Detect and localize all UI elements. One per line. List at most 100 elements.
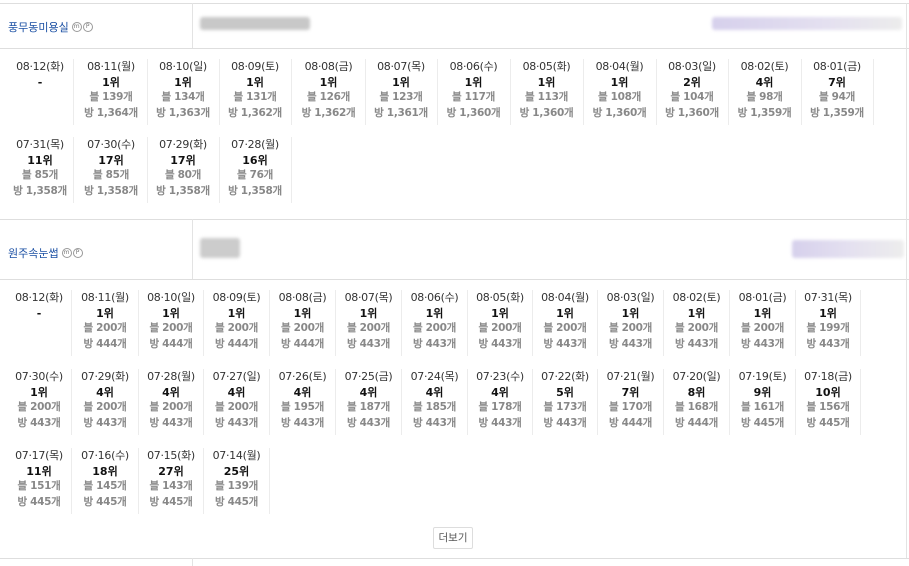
cell-blog-count: 블 200개 (83, 401, 127, 413)
cell-rank: 4위 (755, 75, 774, 89)
cell-visitor-review-count: 방 444개 (83, 337, 127, 350)
cell-visitor-review-count: 방 443개 (17, 416, 61, 429)
cell-date: 08·01(금) (813, 60, 861, 73)
cell-visitor-review-count: 방 443개 (740, 337, 785, 350)
cell-divider (269, 448, 270, 514)
cell-date: 07·16(수) (81, 449, 129, 462)
cell-blog-count: 블 200개 (83, 322, 127, 334)
cell-blog-count: 블 113개 (524, 91, 569, 103)
cell-date: 08·11(월) (81, 291, 129, 304)
rank-cell: 07·21(월) 7위 블 170개 방 444개 (599, 369, 662, 431)
cell-visitor-review-count: 방 445개 (83, 495, 127, 508)
cell-blog-count: 블 195개 (280, 401, 325, 413)
rank-cell: 07·20(일) 8위 블 168개 방 444개 (665, 369, 728, 431)
cell-blog-count: 블 200개 (214, 401, 259, 413)
cell-date: 07·23(수) (476, 370, 524, 383)
cell-date: 08·09(토) (212, 291, 261, 304)
cell-visitor-review-count: 방 443개 (280, 416, 325, 429)
cell-date: 07·14(월) (212, 449, 261, 462)
cell-divider (203, 448, 204, 514)
cell-blog-count: 블 151개 (17, 480, 61, 492)
cell-visitor-review-count: 방 443개 (478, 337, 522, 350)
cell-visitor-review-count: 방 443개 (412, 416, 457, 429)
rank-cell: 08·01(금) 7위 블 94개 방 1,359개 (802, 59, 872, 121)
cell-rank: 1위 (621, 306, 640, 320)
cell-divider (71, 448, 72, 514)
rank-cell: 08·08(금) 1위 블 200개 방 444개 (271, 290, 334, 352)
cell-visitor-review-count: 방 444개 (149, 337, 193, 350)
store-name-link[interactable]: 풍무동미용실 m P (8, 19, 93, 35)
cell-rank: 17위 (98, 153, 124, 167)
cell-divider (138, 290, 139, 356)
cell-date: 08·04(월) (541, 291, 589, 304)
cell-rank: 1위 (293, 306, 312, 320)
cell-visitor-review-count: 방 445개 (740, 416, 785, 429)
cell-rank: 1위 (425, 306, 444, 320)
more-button[interactable]: 더보기 (433, 527, 473, 549)
cell-date: 07·18(금) (804, 370, 852, 383)
cell-rank: 1위 (753, 306, 772, 320)
cell-divider (795, 290, 796, 356)
cell-rank: 7위 (828, 75, 846, 89)
rank-cell: 07·29(화) 17위 블 80개 방 1,358개 (148, 137, 218, 199)
cell-rank: 4위 (359, 385, 378, 399)
rank-cell: 08·11(월) 1위 블 139개 방 1,364개 (76, 59, 146, 121)
rank-cell: 08·01(금) 1위 블 200개 방 443개 (731, 290, 794, 352)
cell-blog-count: 블 94개 (818, 91, 856, 103)
cell-visitor-review-count: 방 445개 (149, 495, 193, 508)
cell-rank: 4위 (293, 385, 312, 399)
cell-date: 08·03(일) (606, 291, 655, 304)
cell-date: 08·03(일) (668, 60, 716, 73)
cell-visitor-review-count: 방 1,358개 (228, 184, 282, 197)
cell-rank: 17위 (170, 153, 196, 167)
store-name-link[interactable]: 원주속눈썹 m P (8, 245, 83, 261)
cell-date: 08·08(금) (278, 291, 327, 304)
cell-blog-count: 블 85개 (92, 169, 130, 181)
cell-date: 08·08(금) (304, 60, 353, 73)
cell-divider (269, 290, 270, 356)
cell-rank: 2위 (683, 75, 701, 89)
cell-rank: 1위 (227, 306, 246, 320)
cell-visitor-review-count: 방 445개 (806, 416, 850, 429)
cell-divider (860, 290, 861, 356)
cell-blog-count: 블 85개 (21, 169, 59, 181)
cell-divider (73, 59, 74, 125)
cell-blog-count: 블 104개 (670, 91, 714, 103)
rank-cell: 08·05(화) 1위 블 113개 방 1,360개 (511, 59, 582, 121)
cell-blog-count: 블 131개 (233, 91, 277, 103)
cell-visitor-review-count: 방 443개 (346, 416, 391, 429)
rank-cell: 08·06(수) 1위 블 117개 방 1,360개 (438, 59, 509, 121)
rank-cell: 08·07(목) 1위 블 123개 방 1,361개 (366, 59, 436, 121)
cell-visitor-review-count: 방 443개 (543, 337, 587, 350)
rank-cell: 07·22(화) 5위 블 173개 방 443개 (534, 369, 596, 431)
redacted-url (792, 240, 904, 258)
cell-divider (71, 369, 72, 435)
cell-blog-count: 블 143개 (149, 480, 193, 492)
cell-visitor-review-count: 방 443개 (214, 416, 259, 429)
rank-cell: 08·02(토) 4위 블 98개 방 1,359개 (729, 59, 800, 121)
cell-rank: 5위 (556, 385, 574, 399)
cell-visitor-review-count: 방 1,361개 (374, 106, 428, 119)
cell-visitor-review-count: 방 1,359개 (737, 106, 792, 119)
cell-blog-count: 블 123개 (379, 91, 423, 103)
badge-group: m P (61, 248, 83, 258)
cell-divider (663, 290, 664, 356)
rank-cell: 07·25(금) 4위 블 187개 방 443개 (337, 369, 400, 431)
cell-date: 07·30(수) (87, 138, 135, 151)
cell-visitor-review-count: 방 1,358개 (156, 184, 210, 197)
divider (0, 219, 909, 220)
cell-date: 08·12(화) (16, 60, 64, 73)
cell-visitor-review-count: 방 443개 (149, 416, 193, 429)
rank-cell: 07·23(수) 4위 블 178개 방 443개 (469, 369, 531, 431)
redacted-url (712, 17, 902, 30)
cell-date: 08·05(화) (522, 60, 571, 73)
cell-date: 07·28(월) (147, 370, 195, 383)
rank-cell: 07·28(월) 4위 블 200개 방 443개 (140, 369, 202, 431)
cell-date: 07·27(일) (212, 370, 261, 383)
cell-blog-count: 블 178개 (478, 401, 522, 413)
rank-cell: 07·31(목) 1위 블 199개 방 443개 (797, 290, 859, 352)
cell-date: 08·06(수) (449, 60, 498, 73)
cell-divider (467, 290, 468, 356)
cell-rank: 1위 (30, 385, 48, 399)
cell-visitor-review-count: 방 444개 (674, 416, 719, 429)
